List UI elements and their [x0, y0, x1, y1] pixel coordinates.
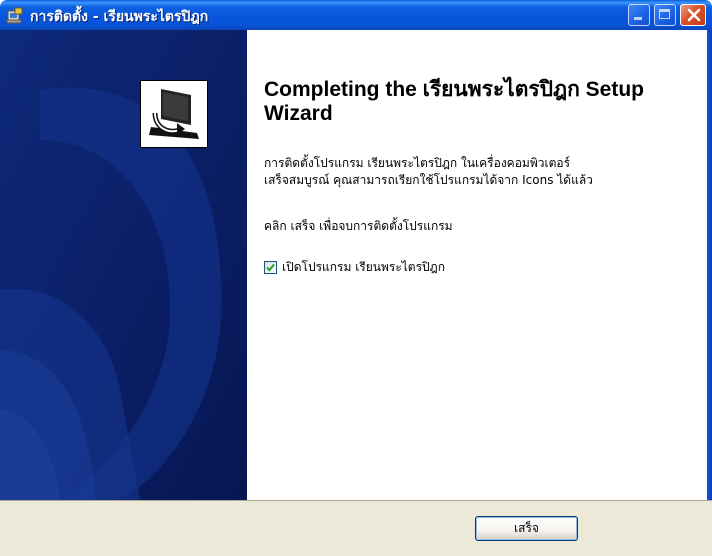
finish-button[interactable]: เสร็จ — [475, 516, 578, 541]
launch-checkbox[interactable] — [264, 260, 277, 274]
finish-instruction: คลิก เสร็จ เพื่อจบการติดตั้งโปรแกรม — [264, 219, 453, 233]
checkmark-icon — [266, 263, 275, 271]
setup-window: การติดตั้ง - เรียนพระไตรปิฎก Completing … — [0, 0, 712, 556]
installer-icon[interactable] — [6, 6, 24, 24]
wizard-content: Completing the เรียนพระไตรปิฎก Setup Wiz… — [247, 30, 712, 500]
window-right-border — [707, 30, 712, 556]
maximize-button[interactable] — [654, 4, 676, 26]
close-button[interactable] — [680, 4, 706, 26]
button-bar: เสร็จ — [0, 500, 712, 556]
launch-checkbox-label[interactable]: เปิดโปรแกรม เรียนพระไตรปิฎก — [282, 258, 445, 277]
window-title: การติดตั้ง - เรียนพระไตรปิฎก — [30, 9, 209, 25]
title-bar[interactable]: การติดตั้ง - เรียนพระไตรปิฎก — [0, 0, 712, 30]
maximize-icon — [659, 9, 670, 19]
minimize-button[interactable] — [628, 4, 650, 26]
completion-message: การติดตั้งโปรแกรม เรียนพระไตรปิฎก ในเครื… — [264, 155, 704, 189]
launch-option[interactable]: เปิดโปรแกรม เรียนพระไตรปิฎก — [264, 258, 445, 276]
page-title: Completing the เรียนพระไตรปิฎก Setup Wiz… — [264, 78, 644, 125]
completion-message-line2: เสร็จสมบูรณ์ คุณสามารถเรียกใช้โปรแกรมได้… — [264, 173, 593, 187]
computer-install-icon — [140, 80, 208, 148]
minimize-icon — [634, 17, 642, 20]
completion-message-line1: การติดตั้งโปรแกรม เรียนพระไตรปิฎก ในเครื… — [264, 156, 571, 170]
wizard-banner — [0, 30, 247, 500]
banner-graphic — [0, 30, 247, 500]
close-icon — [687, 8, 701, 22]
